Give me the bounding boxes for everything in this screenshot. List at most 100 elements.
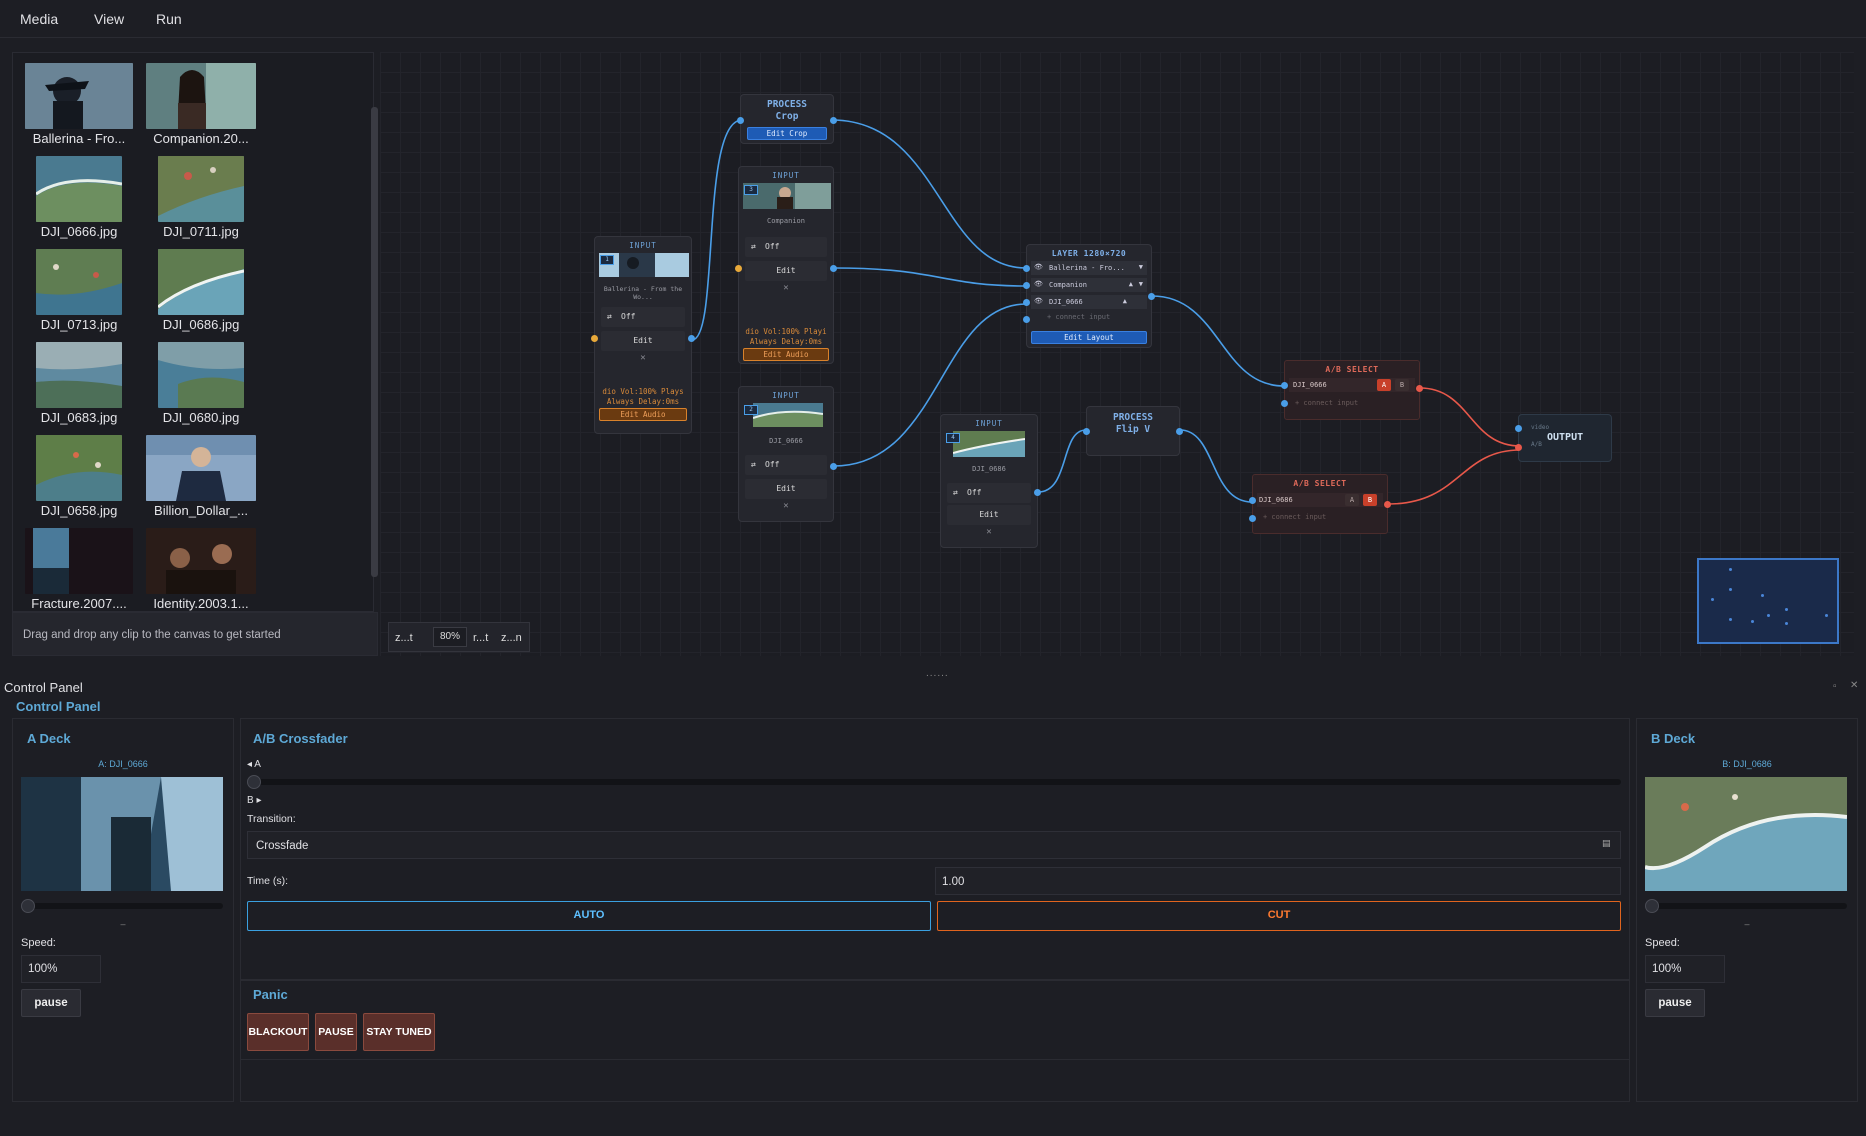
b-deck-speed-input[interactable]: 100%	[1645, 955, 1725, 983]
edit-button[interactable]: Edit	[745, 261, 827, 281]
clip-dji0686[interactable]: DJI_0686.jpg	[143, 249, 259, 332]
output-port[interactable]	[688, 335, 695, 342]
layer-row-companion[interactable]: 👁 Companion ▲ ▼	[1031, 278, 1147, 292]
eye-icon[interactable]: 👁	[1034, 297, 1043, 305]
node-process-flip[interactable]: PROCESS Flip V	[1083, 406, 1183, 456]
remove-icon[interactable]: ✕	[739, 283, 833, 293]
ab-b-button[interactable]: B	[1395, 379, 1409, 391]
layer-row-dji0666[interactable]: 👁 DJI_0666 ▲	[1031, 295, 1147, 309]
node-input-dji0686[interactable]: INPUT 4 DJI_0686 ⇄ Off Edit ✕	[940, 414, 1041, 548]
ab-a-button[interactable]: A	[1345, 494, 1359, 506]
move-up-icon[interactable]: ▲	[1129, 280, 1133, 288]
clip-companion[interactable]: Companion.20...	[143, 63, 259, 146]
toggle-row[interactable]: ⇄ Off	[745, 237, 827, 257]
a-deck-pause-button[interactable]: pause	[21, 989, 81, 1017]
clip-dji0680[interactable]: DJI_0680.jpg	[143, 342, 259, 425]
output-port[interactable]	[1034, 489, 1041, 496]
edit-crop-button[interactable]: Edit Crop	[747, 127, 827, 140]
clip-dji0711[interactable]: DJI_0711.jpg	[143, 156, 259, 239]
input-port[interactable]	[1249, 515, 1256, 522]
a-deck-speed-input[interactable]: 100%	[21, 955, 101, 983]
input-port[interactable]	[735, 265, 742, 272]
edit-layout-button[interactable]: Edit Layout	[1031, 331, 1147, 344]
minimap[interactable]	[1697, 558, 1839, 644]
menu-run[interactable]: Run	[156, 11, 182, 27]
input-port[interactable]	[1023, 265, 1030, 272]
zoom-level[interactable]: 80%	[433, 627, 467, 647]
clip-dji0683[interactable]: DJI_0683.jpg	[21, 342, 137, 425]
edit-audio-button[interactable]: Edit Audio	[743, 348, 829, 361]
eye-icon[interactable]: 👁	[1034, 280, 1043, 288]
ab-input-port[interactable]	[1515, 444, 1522, 451]
node-canvas[interactable]: PROCESS Crop Edit Crop INPUT 3 Companion…	[380, 52, 1854, 656]
input-port[interactable]	[1281, 382, 1288, 389]
toggle-row[interactable]: ⇄ Off	[601, 307, 685, 327]
input-port[interactable]	[1249, 497, 1256, 504]
ab-b-button[interactable]: B	[1363, 494, 1377, 506]
output-port[interactable]	[830, 463, 837, 470]
a-deck-position-slider[interactable]	[21, 903, 223, 909]
menu-media[interactable]: Media	[20, 11, 58, 27]
b-deck-position-slider[interactable]	[1645, 903, 1847, 909]
auto-button[interactable]: AUTO	[247, 901, 931, 931]
float-icon[interactable]: ▫	[1833, 681, 1837, 692]
output-port[interactable]	[830, 117, 837, 124]
node-input-companion[interactable]: INPUT 3 Companion ⇄ Off Edit ✕ dio Vol:10…	[735, 166, 837, 364]
node-input-ballerina[interactable]: INPUT 1 Ballerina - From the Wo... ⇄ Off …	[591, 236, 695, 434]
blackout-button[interactable]: BLACKOUT	[247, 1013, 309, 1051]
edit-button[interactable]: Edit	[947, 505, 1031, 525]
move-down-icon[interactable]: ▼	[1139, 280, 1143, 288]
clip-fracture[interactable]: Fracture.2007....	[21, 528, 137, 611]
panic-pause-button[interactable]: PAUSE	[315, 1013, 357, 1051]
input-port[interactable]	[1023, 282, 1030, 289]
edit-button[interactable]: Edit	[601, 331, 685, 351]
crossfader-slider[interactable]	[247, 779, 1621, 785]
close-icon[interactable]: ✕	[1850, 680, 1858, 691]
node-ab-select-2[interactable]: A/B SELECT DJI_0686 A B + connect input	[1249, 474, 1391, 534]
clip-ballerina[interactable]: Ballerina - Fro...	[21, 63, 137, 146]
input-port[interactable]	[1023, 299, 1030, 306]
transition-select[interactable]: Crossfade ▤	[247, 831, 1621, 859]
clip-dji0666[interactable]: DJI_0666.jpg	[21, 156, 137, 239]
move-down-icon[interactable]: ▼	[1139, 263, 1143, 271]
video-input-port[interactable]	[1515, 425, 1522, 432]
b-deck-pause-button[interactable]: pause	[1645, 989, 1705, 1017]
menu-view[interactable]: View	[94, 11, 124, 27]
ab-a-button[interactable]: A	[1377, 379, 1391, 391]
clip-dji0713[interactable]: DJI_0713.jpg	[21, 249, 137, 332]
edit-button[interactable]: Edit	[745, 479, 827, 499]
zoom-in-button[interactable]: z...n	[501, 632, 522, 644]
node-process-crop[interactable]: PROCESS Crop Edit Crop	[737, 94, 837, 144]
remove-icon[interactable]: ✕	[595, 353, 691, 363]
input-port[interactable]	[737, 117, 744, 124]
b-deck-position-knob[interactable]	[1645, 899, 1659, 913]
input-port[interactable]	[1281, 400, 1288, 407]
clip-billion-dollar[interactable]: Billion_Dollar_...	[143, 435, 259, 518]
input-port[interactable]	[1083, 428, 1090, 435]
remove-icon[interactable]: ✕	[941, 527, 1037, 537]
toggle-row[interactable]: ⇄ Off	[745, 455, 827, 475]
output-port[interactable]	[1148, 293, 1155, 300]
edit-audio-button[interactable]: Edit Audio	[599, 408, 687, 421]
layer-row-ballerina[interactable]: 👁 Ballerina - Fro... ▼	[1031, 261, 1147, 275]
output-port[interactable]	[1384, 501, 1391, 508]
cut-button[interactable]: CUT	[937, 901, 1621, 931]
input-port[interactable]	[591, 335, 598, 342]
output-port[interactable]	[1416, 385, 1423, 392]
move-up-icon[interactable]: ▲	[1123, 297, 1127, 305]
clip-dji0658[interactable]: DJI_0658.jpg	[21, 435, 137, 518]
input-port[interactable]	[1023, 316, 1030, 323]
output-port[interactable]	[830, 265, 837, 272]
a-deck-position-knob[interactable]	[21, 899, 35, 913]
library-scrollbar[interactable]	[371, 107, 378, 577]
eye-icon[interactable]: 👁	[1034, 263, 1043, 271]
toggle-row[interactable]: ⇄ Off	[947, 483, 1031, 503]
node-input-dji0666[interactable]: INPUT 2 DJI_0666 ⇄ Off Edit ✕	[738, 386, 837, 522]
output-port[interactable]	[1176, 428, 1183, 435]
zoom-reset-button[interactable]: r...t	[473, 632, 488, 644]
stay-tuned-button[interactable]: STAY TUNED	[363, 1013, 435, 1051]
node-layer[interactable]: LAYER 1280×720 👁 Ballerina - Fro... ▼ 👁 Com…	[1023, 244, 1155, 348]
splitter-handle[interactable]: ......	[926, 668, 949, 679]
zoom-out-button[interactable]: z...t	[395, 632, 413, 644]
node-output[interactable]: video A/B OUTPUT	[1515, 414, 1612, 462]
